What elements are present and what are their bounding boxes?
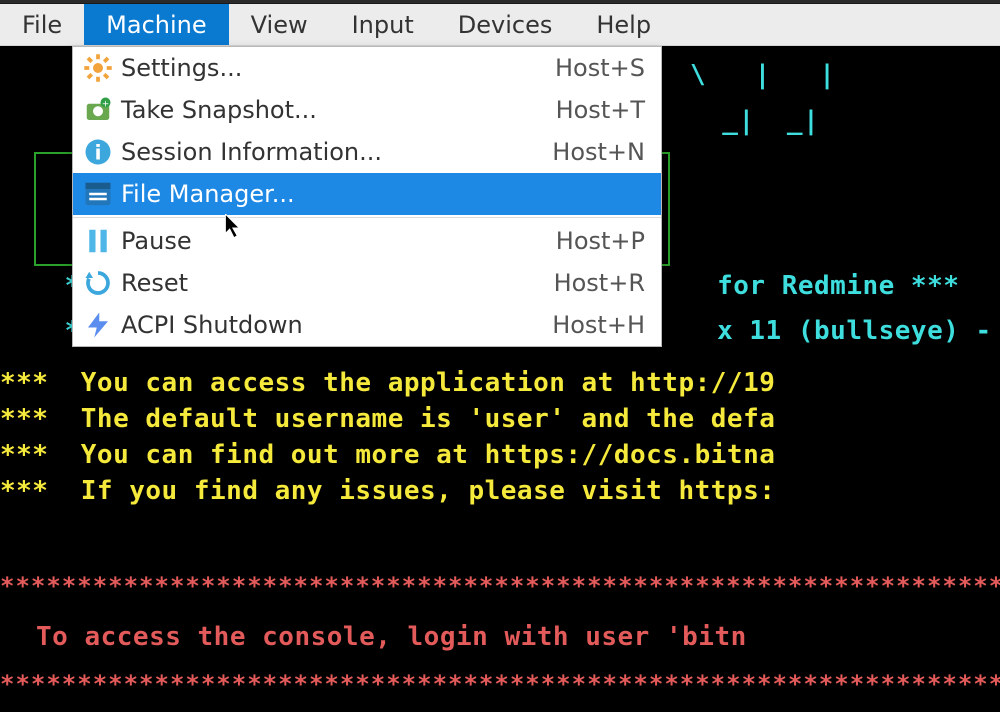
console-divider: ****************************************…	[0, 668, 1000, 700]
menu-item-label: Settings...	[121, 54, 555, 82]
menubar: File Machine View Input Devices Help	[0, 4, 1000, 46]
svg-text:i: i	[95, 141, 102, 165]
console-line: *** If you find any issues, please visit…	[0, 474, 1000, 509]
pause-icon	[83, 226, 113, 256]
gear-icon	[83, 53, 113, 83]
lightning-icon	[83, 310, 113, 340]
menu-item-take-snapshot[interactable]: + Take Snapshot... Host+T	[73, 89, 661, 131]
menu-item-shortcut: Host+R	[554, 269, 645, 297]
menu-item-shortcut: Host+H	[552, 311, 645, 339]
menu-item-pause[interactable]: Pause Host+P	[73, 220, 661, 262]
menu-item-label: ACPI Shutdown	[121, 311, 552, 339]
file-manager-icon	[83, 179, 113, 209]
menu-item-session-information[interactable]: i Session Information... Host+N	[73, 131, 661, 173]
menu-item-shortcut: Host+P	[556, 227, 645, 255]
menu-item-reset[interactable]: Reset Host+R	[73, 262, 661, 304]
menu-view[interactable]: View	[229, 4, 330, 45]
machine-menu-dropdown: Settings... Host+S + Take Snapshot... Ho…	[72, 46, 662, 347]
console-line: *** The default username is 'user' and t…	[0, 402, 1000, 437]
console-line: To access the console, login with user '…	[36, 620, 1000, 655]
reset-icon	[83, 268, 113, 298]
menu-separator	[73, 217, 661, 218]
menu-file[interactable]: File	[0, 4, 84, 45]
console-line: *** You can find out more at https://doc…	[0, 438, 1000, 473]
ascii-art-line: \ | |	[690, 58, 1000, 93]
menu-item-label: Pause	[121, 227, 556, 255]
menu-item-shortcut: Host+T	[556, 96, 645, 124]
console-line: *** You can access the application at ht…	[0, 366, 1000, 401]
menu-item-label: Take Snapshot...	[121, 96, 556, 124]
info-icon: i	[83, 137, 113, 167]
ascii-art-line: _| _|	[690, 104, 1000, 139]
menu-item-file-manager[interactable]: File Manager...	[73, 173, 661, 215]
menu-item-shortcut: Host+N	[552, 138, 645, 166]
camera-icon: +	[83, 95, 113, 125]
menu-item-settings[interactable]: Settings... Host+S	[73, 47, 661, 89]
menu-item-label: File Manager...	[121, 180, 645, 208]
menu-machine[interactable]: Machine	[84, 4, 228, 45]
console-divider: ****************************************…	[0, 570, 1000, 602]
menu-item-label: Session Information...	[121, 138, 552, 166]
svg-text:+: +	[102, 99, 109, 109]
menu-help[interactable]: Help	[574, 4, 673, 45]
menu-item-label: Reset	[121, 269, 554, 297]
menu-item-shortcut: Host+S	[555, 54, 645, 82]
menu-item-acpi-shutdown[interactable]: ACPI Shutdown Host+H	[73, 304, 661, 346]
menu-input[interactable]: Input	[330, 4, 436, 45]
menu-devices[interactable]: Devices	[436, 4, 575, 45]
